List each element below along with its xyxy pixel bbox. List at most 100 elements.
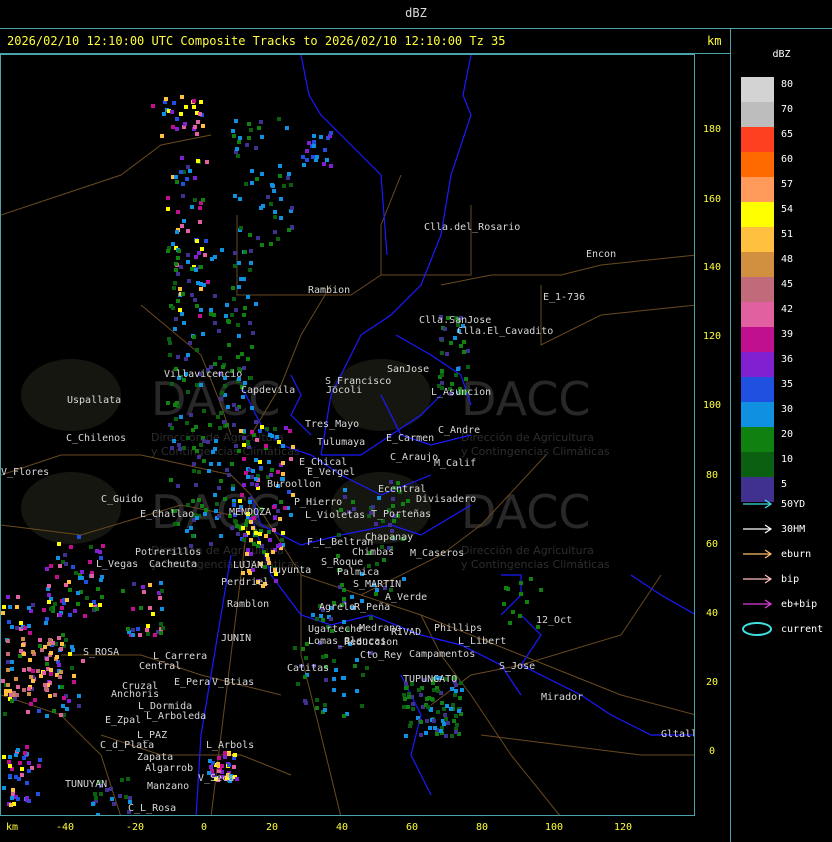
radar-echo-pixel xyxy=(186,165,190,169)
radar-echo-pixel xyxy=(355,689,359,693)
radar-map[interactable]: DACC Dirección de Agricultura y Contingenc… xyxy=(0,54,695,816)
radar-echo-pixel xyxy=(131,633,135,637)
radar-echo-pixel xyxy=(162,112,166,116)
radar-echo-pixel xyxy=(43,683,47,687)
radar-echo-pixel xyxy=(220,391,224,395)
radar-echo-pixel xyxy=(18,761,22,765)
radar-echo-pixel xyxy=(179,112,183,116)
radar-echo-pixel xyxy=(52,709,56,713)
radar-echo-pixel xyxy=(74,571,78,575)
radar-echo-pixel xyxy=(146,624,150,628)
watermark-logo-text: DACC xyxy=(461,372,591,426)
radar-echo-pixel xyxy=(176,210,180,214)
radar-echo-pixel xyxy=(176,299,180,303)
radar-echo-pixel xyxy=(181,194,185,198)
radar-echo-pixel xyxy=(231,286,235,290)
track-legend-label: eburn xyxy=(781,549,812,560)
radar-echo-pixel xyxy=(235,524,239,528)
radar-echo-pixel xyxy=(374,522,378,526)
y-tick-label: 100 xyxy=(702,400,722,411)
radar-echo-pixel xyxy=(425,697,429,701)
radar-echo-pixel xyxy=(60,685,64,689)
radar-echo-pixel xyxy=(192,105,196,109)
radar-echo-pixel xyxy=(460,688,464,692)
radar-map-canvas[interactable]: DACCDirección de Agriculturay Contingenc… xyxy=(1,55,695,816)
radar-echo-pixel xyxy=(77,694,81,698)
radar-echo-pixel xyxy=(234,308,238,312)
radar-echo-pixel xyxy=(323,703,327,707)
radar-echo-pixel xyxy=(191,534,195,538)
place-label: C_d_Plata xyxy=(100,740,154,751)
radar-echo-pixel xyxy=(258,532,262,536)
radar-echo-pixel xyxy=(148,583,152,587)
radar-echo-pixel xyxy=(227,752,231,756)
y-tick-label: 40 xyxy=(705,608,719,619)
radar-echo-pixel xyxy=(197,470,201,474)
radar-echo-pixel xyxy=(222,420,226,424)
radar-echo-pixel xyxy=(264,534,268,538)
radar-echo-pixel xyxy=(311,155,315,159)
radar-echo-pixel xyxy=(146,632,150,636)
radar-echo-pixel xyxy=(196,159,200,163)
place-label: E_Vergel xyxy=(307,467,355,478)
radar-echo-pixel xyxy=(174,175,178,179)
place-label: E_Carmen xyxy=(386,433,434,444)
radar-echo-pixel xyxy=(246,440,250,444)
radar-echo-pixel xyxy=(315,706,319,710)
radar-echo-pixel xyxy=(274,579,278,583)
radar-echo-pixel xyxy=(42,608,46,612)
radar-echo-pixel xyxy=(245,519,249,523)
radar-echo-pixel xyxy=(365,666,369,670)
radar-echo-pixel xyxy=(246,475,250,479)
radar-echo-pixel xyxy=(2,605,6,609)
radar-echo-pixel xyxy=(198,112,202,116)
radar-echo-pixel xyxy=(151,612,155,616)
radar-echo-pixel xyxy=(269,202,273,206)
radar-echo-pixel xyxy=(213,294,217,298)
radar-echo-pixel xyxy=(249,552,253,556)
radar-echo-pixel xyxy=(209,308,213,312)
radar-echo-pixel xyxy=(195,348,199,352)
radar-echo-pixel xyxy=(186,260,190,264)
radar-echo-pixel xyxy=(68,613,72,617)
radar-echo-pixel xyxy=(240,352,244,356)
radar-echo-pixel xyxy=(160,134,164,138)
place-label: L_Asuncion xyxy=(431,387,491,398)
radar-echo-pixel xyxy=(227,763,231,767)
radar-echo-pixel xyxy=(403,697,407,701)
radar-echo-pixel xyxy=(6,652,10,656)
header-bar: dBZ xyxy=(0,0,832,29)
radar-echo-pixel xyxy=(100,595,104,599)
radar-echo-pixel xyxy=(287,490,291,494)
radar-echo-pixel xyxy=(239,226,243,230)
radar-echo-pixel xyxy=(301,155,305,159)
radar-echo-pixel xyxy=(164,97,168,101)
place-label: M_Caseros xyxy=(410,548,464,559)
radar-echo-pixel xyxy=(273,215,277,219)
legend-swatch xyxy=(741,377,774,402)
radar-echo-pixel xyxy=(15,605,19,609)
y-tick-label: 180 xyxy=(702,124,722,135)
radar-echo-pixel xyxy=(166,401,170,405)
radar-echo-pixel xyxy=(265,553,269,557)
radar-echo-pixel xyxy=(401,502,405,506)
place-label: JUNIN xyxy=(221,633,251,644)
radar-echo-pixel xyxy=(250,430,254,434)
radar-echo-pixel xyxy=(195,239,199,243)
radar-echo-pixel xyxy=(204,508,208,512)
radar-echo-pixel xyxy=(249,538,253,542)
radar-echo-pixel xyxy=(90,574,94,578)
place-label: V_Flores xyxy=(1,467,49,478)
radar-echo-pixel xyxy=(304,701,308,705)
radar-echo-pixel xyxy=(1,611,5,615)
radar-echo-pixel xyxy=(181,182,185,186)
radar-echo-pixel xyxy=(260,425,264,429)
radar-echo-pixel xyxy=(203,512,207,516)
radar-echo-pixel xyxy=(171,306,175,310)
radar-echo-pixel xyxy=(248,321,252,325)
radar-echo-pixel xyxy=(177,443,181,447)
radar-echo-pixel xyxy=(60,606,64,610)
place-label: S_Jose xyxy=(499,661,535,672)
radar-echo-pixel xyxy=(57,663,61,667)
legend-swatch-label: 36 xyxy=(781,354,794,365)
